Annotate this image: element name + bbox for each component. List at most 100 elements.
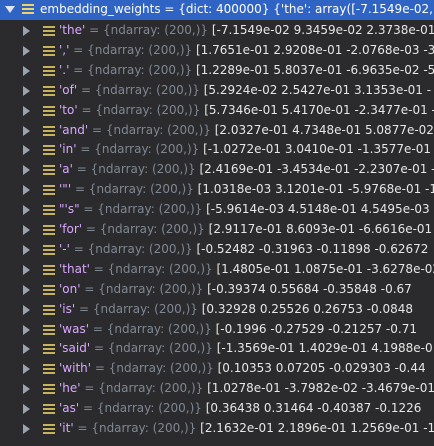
tree-row[interactable]: 'in' = {ndarray: (200,)} [-1.0272e-01 3.…	[0, 140, 434, 159]
row-text: 'is' = {ndarray: (200,)} [0.32928 0.2552…	[59, 302, 413, 316]
row-type: = {ndarray: (200,)}	[79, 401, 206, 416]
row-key: 'is'	[59, 301, 76, 316]
field-lines-icon	[43, 404, 55, 415]
expand-arrow-icon[interactable]	[5, 6, 15, 13]
tree-row[interactable]: '"' = {ndarray: (200,)} [1.0318e-03 3.12…	[0, 180, 434, 199]
tree-row[interactable]: "'s" = {ndarray: (200,)} [-5.9614e-03 4.…	[0, 200, 434, 219]
tree-row[interactable]: 'as' = {ndarray: (200,)} [0.36438 0.3146…	[0, 399, 434, 418]
collapse-arrow-icon[interactable]	[23, 404, 30, 415]
collapse-arrow-icon[interactable]	[23, 105, 30, 116]
row-key: 'was'	[59, 321, 90, 336]
field-lines-icon	[43, 225, 55, 235]
tree-row[interactable]: 'it' = {ndarray: (200,)} [2.1632e-01 2.1…	[0, 419, 434, 438]
field-lines-icon	[43, 384, 55, 395]
row-value: [-1.0272e-01 3.0410e-01 -1.3577e-01 -2	[203, 142, 434, 157]
row-value: [-7.1549e-02 9.3459e-02 2.3738e-01	[211, 23, 434, 37]
collapse-arrow-icon[interactable]	[23, 65, 30, 76]
row-value: [2.9117e-01 8.6093e-01 -6.6616e-01 -	[208, 222, 434, 236]
collapse-arrow-icon[interactable]	[23, 304, 30, 315]
row-value: [2.4169e-01 -3.4534e-01 -2.2307e-01 -	[199, 162, 434, 177]
variables-tree: embedding_weights = {dict: 400000} {'the…	[0, 0, 434, 446]
field-lines-icon	[43, 264, 55, 275]
tree-row[interactable]: 'of' = {ndarray: (200,)} [5.2924e-02 2.5…	[0, 81, 434, 100]
field-lines-icon	[43, 185, 55, 196]
collapse-arrow-icon[interactable]	[23, 85, 30, 96]
row-text: 'that' = {ndarray: (200,)} [1.4805e-01 1…	[59, 262, 434, 276]
tree-root-embedding-weights[interactable]: embedding_weights = {dict: 400000} {'the…	[0, 0, 434, 20]
row-value: [0.32928 0.25526 0.26753 -0.0848	[201, 301, 414, 316]
row-key: 'on'	[59, 281, 81, 296]
tree-row[interactable]: 'and' = {ndarray: (200,)} [2.0327e-01 4.…	[0, 121, 434, 140]
row-text: ',' = {ndarray: (200,)} [1.7651e-01 2.92…	[59, 43, 434, 57]
field-lines-icon	[43, 344, 55, 355]
row-text: '-' = {ndarray: (200,)} [-0.52482 -0.319…	[59, 242, 428, 256]
collapse-arrow-icon[interactable]	[23, 384, 30, 395]
field-lines-icon	[43, 65, 55, 76]
row-text: 'it' = {ndarray: (200,)} [2.1632e-01 2.1…	[59, 421, 434, 435]
tree-row[interactable]: 'he' = {ndarray: (200,)} [1.0278e-01 -3.…	[0, 379, 434, 398]
collapse-arrow-icon[interactable]	[23, 45, 30, 56]
row-key: '.'	[59, 62, 70, 77]
row-key: '"'	[59, 182, 72, 197]
collapse-arrow-icon[interactable]	[23, 424, 30, 434]
tree-row[interactable]: '-' = {ndarray: (200,)} [-0.52482 -0.319…	[0, 240, 434, 259]
row-value: [-0.1996 -0.27529 -0.21257 -0.71	[215, 321, 417, 336]
row-value: [1.7651e-01 2.9208e-01 -2.0768e-03 -3	[195, 42, 434, 57]
tree-row[interactable]: 'the' = {ndarray: (200,)} [-7.1549e-02 9…	[0, 21, 434, 40]
tree-row[interactable]: '.' = {ndarray: (200,)} [1.2289e-01 5.80…	[0, 61, 434, 80]
row-key: "'s"	[59, 202, 80, 217]
tree-row[interactable]: 'to' = {ndarray: (200,)} [5.7346e-01 5.4…	[0, 101, 434, 120]
field-lines-icon	[43, 284, 55, 295]
row-type: = {ndarray: (200,)}	[80, 381, 208, 396]
tree-row[interactable]: 'said' = {ndarray: (200,)} [-1.3569e-01 …	[0, 339, 434, 358]
collapse-arrow-icon[interactable]	[23, 225, 30, 235]
row-value: [0.36438 0.31464 -0.40387 -0.1226	[205, 401, 422, 416]
row-text: 'with' = {ndarray: (200,)} [0.10353 0.07…	[59, 361, 426, 375]
collapse-arrow-icon[interactable]	[23, 26, 30, 36]
collapse-arrow-icon[interactable]	[23, 264, 30, 275]
row-value: [1.0278e-01 -3.7982e-02 -3.4679e-01	[207, 381, 434, 396]
tree-row[interactable]: 'on' = {ndarray: (200,)} [-0.39374 0.556…	[0, 280, 434, 299]
collapse-arrow-icon[interactable]	[23, 324, 30, 335]
field-lines-icon	[43, 26, 55, 36]
collapse-arrow-icon[interactable]	[23, 165, 30, 176]
row-key: 'it'	[59, 421, 74, 435]
row-type: = {ndarray: (200,)}	[73, 421, 201, 435]
collapse-arrow-icon[interactable]	[23, 125, 30, 136]
row-type: = {ndarray: (200,)}	[77, 102, 205, 117]
row-text: 'was' = {ndarray: (200,)} [-0.1996 -0.27…	[59, 322, 417, 336]
collapse-arrow-icon[interactable]	[23, 244, 30, 255]
field-lines-icon	[22, 4, 34, 14]
field-lines-icon	[43, 145, 55, 156]
row-text: 'in' = {ndarray: (200,)} [-1.0272e-01 3.…	[59, 142, 434, 156]
collapse-arrow-icon[interactable]	[23, 205, 30, 216]
field-lines-icon	[43, 324, 55, 335]
row-key: 'a'	[59, 162, 73, 177]
row-text: 'he' = {ndarray: (200,)} [1.0278e-01 -3.…	[59, 381, 434, 395]
tree-row[interactable]: 'that' = {ndarray: (200,)} [1.4805e-01 1…	[0, 260, 434, 279]
tree-row[interactable]: 'with' = {ndarray: (200,)} [0.10353 0.07…	[0, 359, 434, 378]
field-lines-icon	[43, 424, 55, 434]
row-value: [-0.52482 -0.31963 -0.11898 -0.62672	[196, 241, 429, 256]
tree-row[interactable]: 'was' = {ndarray: (200,)} [-0.1996 -0.27…	[0, 320, 434, 339]
tree-row[interactable]: 'is' = {ndarray: (200,)} [0.32928 0.2552…	[0, 300, 434, 319]
row-type: = {ndarray: (200,)}	[91, 361, 218, 376]
row-text: 'of' = {ndarray: (200,)} [5.2924e-02 2.5…	[59, 83, 431, 97]
tree-row[interactable]: 'for' = {ndarray: (200,)} [2.9117e-01 8.…	[0, 220, 434, 239]
root-label: embedding_weights = {dict: 400000} {'the…	[40, 2, 434, 16]
row-key: 'the'	[59, 23, 86, 37]
collapse-arrow-icon[interactable]	[23, 284, 30, 295]
row-type: = {ndarray: (200,)}	[76, 142, 204, 157]
tree-row[interactable]: ',' = {ndarray: (200,)} [1.7651e-01 2.92…	[0, 41, 434, 60]
row-type: = {ndarray: (200,)}	[82, 222, 209, 236]
collapse-arrow-icon[interactable]	[23, 344, 30, 355]
collapse-arrow-icon[interactable]	[23, 185, 30, 196]
row-type: = {ndarray: (200,)}	[79, 202, 207, 217]
row-key: 'for'	[59, 222, 83, 236]
row-value: [5.2924e-02 2.5427e-01 3.1353e-01 -	[203, 82, 432, 97]
collapse-arrow-icon[interactable]	[23, 364, 30, 375]
row-type: = {ndarray: (200,)}	[75, 301, 202, 316]
row-text: 'a' = {ndarray: (200,)} [2.4169e-01 -3.4…	[59, 162, 434, 176]
collapse-arrow-icon[interactable]	[23, 145, 30, 156]
tree-row[interactable]: 'a' = {ndarray: (200,)} [2.4169e-01 -3.4…	[0, 160, 434, 179]
